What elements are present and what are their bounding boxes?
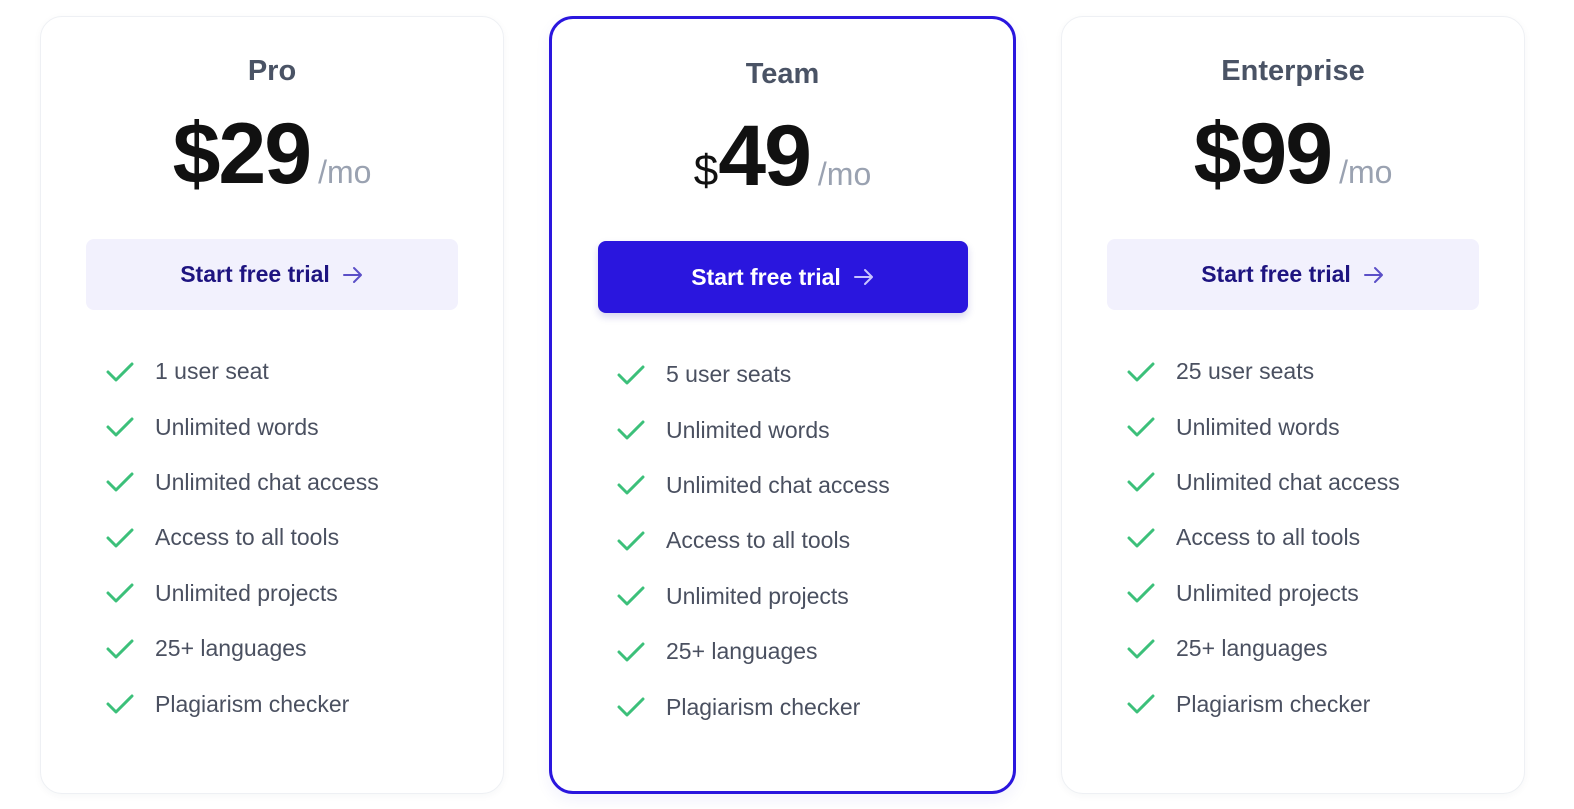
feature-label: 5 user seats [666, 361, 792, 388]
start-free-trial-button[interactable]: Start free trial [598, 241, 968, 313]
feature-label: Plagiarism checker [666, 693, 861, 720]
plan-price: $ 49 /mo [552, 107, 1013, 206]
price-currency: $ [172, 106, 221, 202]
check-icon [1127, 417, 1155, 437]
price-amount: 29 [218, 106, 312, 202]
check-icon [617, 531, 645, 551]
pricing-card-pro: Pro $ 29 /mo Start free trial 1 user sea… [40, 16, 504, 794]
feature-item: 25+ languages [105, 621, 379, 676]
check-icon [106, 639, 134, 659]
feature-label: Plagiarism checker [1176, 690, 1371, 717]
price-amount: 99 [1239, 106, 1333, 202]
arrow-right-icon [853, 267, 875, 287]
plan-name: Team [745, 58, 820, 90]
feature-item: Plagiarism checker [1126, 676, 1400, 731]
check-icon [106, 583, 134, 603]
feature-label: Unlimited projects [1176, 579, 1359, 606]
feature-item: 1 user seat [105, 344, 379, 399]
feature-label: Access to all tools [1176, 524, 1361, 551]
feature-item: 25+ languages [1126, 621, 1400, 676]
feature-label: 25+ languages [666, 638, 818, 665]
feature-item: Unlimited projects [1126, 566, 1400, 621]
check-icon [617, 420, 645, 440]
check-icon [1127, 639, 1155, 659]
feature-label: 1 user seat [155, 358, 269, 385]
feature-label: Unlimited words [666, 416, 830, 443]
feature-label: Unlimited chat access [155, 468, 379, 495]
feature-label: Unlimited projects [666, 582, 849, 609]
check-icon [1127, 472, 1155, 492]
feature-item: Access to all tools [616, 513, 890, 568]
check-icon [106, 362, 134, 382]
check-icon [106, 472, 134, 492]
check-icon [106, 417, 134, 437]
price-amount: 49 [718, 108, 812, 204]
feature-item: Unlimited words [616, 402, 890, 457]
feature-item: Access to all tools [1126, 510, 1400, 565]
check-icon [106, 528, 134, 548]
price-currency: $ [1193, 106, 1242, 202]
start-free-trial-button[interactable]: Start free trial [1107, 239, 1479, 310]
check-icon [1127, 694, 1155, 714]
plan-name: Enterprise [1221, 55, 1365, 87]
pricing-card-team: Team $ 49 /mo Start free trial 5 user se… [549, 16, 1016, 794]
check-icon [1127, 528, 1155, 548]
feature-item: Access to all tools [105, 510, 379, 565]
feature-item: Unlimited words [1126, 399, 1400, 454]
feature-item: Unlimited chat access [616, 458, 890, 513]
cta-label: Start free trial [180, 261, 330, 287]
plan-name: Pro [247, 55, 297, 87]
feature-item: 5 user seats [616, 347, 890, 402]
check-icon [617, 475, 645, 495]
start-free-trial-button[interactable]: Start free trial [86, 239, 458, 310]
plan-price: $ 29 /mo [41, 105, 503, 204]
feature-list: 1 user seat Unlimited words Unlimited ch… [105, 344, 379, 732]
plan-price: $ 99 /mo [1062, 105, 1524, 204]
check-icon [1127, 583, 1155, 603]
arrow-right-icon [342, 265, 364, 285]
feature-item: 25 user seats [1126, 344, 1400, 399]
check-icon [1127, 362, 1155, 382]
feature-item: Unlimited words [105, 399, 379, 454]
feature-label: 25+ languages [1176, 635, 1328, 662]
feature-item: Unlimited projects [105, 566, 379, 621]
cta-label: Start free trial [691, 263, 841, 290]
feature-label: Unlimited words [155, 413, 319, 440]
feature-label: Unlimited words [1176, 413, 1340, 440]
feature-label: Unlimited chat access [1176, 468, 1400, 495]
feature-label: Access to all tools [666, 527, 851, 554]
feature-item: Plagiarism checker [616, 679, 890, 734]
feature-item: Unlimited chat access [1126, 455, 1400, 510]
feature-label: Plagiarism checker [155, 690, 350, 717]
price-period: /mo [817, 156, 872, 192]
price-period: /mo [1339, 154, 1393, 190]
check-icon [617, 642, 645, 662]
check-icon [106, 694, 134, 714]
feature-label: Unlimited projects [155, 579, 338, 606]
arrow-right-icon [1363, 265, 1385, 285]
feature-item: 25+ languages [616, 624, 890, 679]
feature-label: Access to all tools [155, 524, 340, 551]
price-currency: $ [693, 146, 719, 195]
cta-label: Start free trial [1201, 261, 1351, 287]
feature-label: 25+ languages [155, 635, 307, 662]
check-icon [617, 697, 645, 717]
check-icon [617, 586, 645, 606]
feature-label: 25 user seats [1176, 358, 1315, 385]
price-period: /mo [318, 154, 372, 190]
feature-label: Unlimited chat access [666, 471, 890, 498]
feature-item: Plagiarism checker [105, 676, 379, 731]
feature-item: Unlimited projects [616, 569, 890, 624]
feature-list: 25 user seats Unlimited words Unlimited … [1126, 344, 1400, 732]
feature-list: 5 user seats Unlimited words Unlimited c… [616, 347, 890, 735]
feature-item: Unlimited chat access [105, 455, 379, 510]
pricing-card-enterprise: Enterprise $ 99 /mo Start free trial 25 … [1061, 16, 1525, 794]
check-icon [617, 365, 645, 385]
